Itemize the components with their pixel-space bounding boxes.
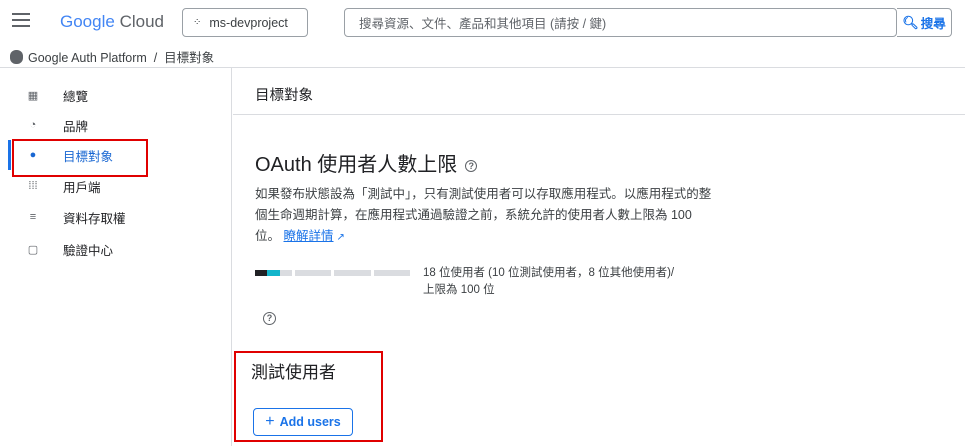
breadcrumb: Google Auth Platform / 目標對象: [0, 46, 965, 68]
progress-segment: [334, 270, 371, 276]
search-button[interactable]: 🔍︎ 搜尋: [897, 8, 952, 37]
external-link-icon: ↗: [336, 232, 345, 243]
sidebar-item-label: 總覽: [63, 89, 89, 104]
progress-fill: [255, 270, 280, 276]
progress-segment: [373, 270, 410, 276]
progress-segment: [294, 270, 331, 276]
progress-fill-other-users: [267, 270, 280, 276]
sidebar-item-label: 資料存取權: [63, 211, 126, 226]
sidebar-item-label: 驗證中心: [63, 243, 114, 258]
user-cap-progress-bar: [255, 270, 410, 276]
usage-line-2: 上限為 100 位: [423, 284, 495, 296]
sidebar-item-verification[interactable]: ▢ 驗證中心: [0, 234, 232, 264]
usage-line-1: 18 位使用者 (10 位測試使用者，8 位其他使用者)/: [423, 267, 675, 279]
highlight-box-sidebar: [12, 139, 148, 177]
highlight-box-test-users: [234, 351, 383, 442]
user-cap-title: OAuth 使用者人數上限?: [255, 148, 478, 177]
top-bar: Google Cloud ⁘ ms-devproject 搜尋資源、文件、產品和…: [0, 0, 965, 46]
search-input[interactable]: 搜尋資源、文件、產品和其他項目 (請按 / 鍵): [344, 8, 897, 37]
logo-google: Google: [60, 12, 115, 31]
search-icon: 🔍︎: [902, 14, 919, 30]
logo-cloud: Cloud: [119, 12, 164, 31]
palette-icon: ◔: [29, 119, 37, 131]
progress-fill-test-users: [255, 270, 267, 276]
project-name: ms-devproject: [209, 15, 288, 30]
search-placeholder: 搜尋資源、文件、產品和其他項目 (請按 / 鍵): [359, 17, 607, 31]
main-header: 目標對象: [233, 68, 965, 115]
dashboard-icon: ▦: [27, 89, 39, 102]
learn-more-link[interactable]: 瞭解詳情: [284, 229, 334, 243]
breadcrumb-text[interactable]: Google Auth Platform / 目標對象: [28, 47, 214, 66]
verification-icon: ▢: [27, 243, 39, 256]
help-icon[interactable]: ?: [465, 159, 478, 172]
search-button-label: 搜尋: [920, 17, 946, 31]
sidebar-item-label: 用戶端: [63, 180, 101, 195]
data-access-icon: ≡: [29, 211, 37, 223]
active-indicator: [8, 140, 11, 170]
sidebar-item-data-access[interactable]: ≡ 資料存取權: [0, 202, 232, 232]
sidebar-item-overview[interactable]: ▦ 總覽: [0, 80, 232, 110]
project-icon: ⁘: [193, 17, 202, 28]
page-title: 目標對象: [255, 88, 313, 104]
sidebar-item-branding[interactable]: ◔ 品牌: [0, 110, 232, 140]
usage-text: 18 位使用者 (10 位測試使用者，8 位其他使用者)/ 上限為 100 位: [423, 265, 723, 299]
google-cloud-logo[interactable]: Google Cloud: [60, 12, 164, 32]
user-cap-description: 如果發布狀態設為「測試中」，只有測試使用者可以存取應用程式。以應用程式的整個生命…: [255, 184, 715, 248]
menu-icon[interactable]: [12, 13, 30, 27]
project-selector[interactable]: ⁘ ms-devproject: [182, 8, 308, 37]
apps-icon: ⁞⁞⁞: [28, 180, 38, 192]
sidebar: ▦ 總覽 ◔ 品牌 ● 目標對象 ⁞⁞⁞ 用戶端 ≡ 資料存取權 ▢ 驗證中心: [0, 68, 232, 446]
user-cap-title-text: OAuth 使用者人數上限: [255, 154, 458, 176]
help-icon[interactable]: ?: [263, 312, 276, 325]
sidebar-item-label: 品牌: [63, 119, 89, 134]
